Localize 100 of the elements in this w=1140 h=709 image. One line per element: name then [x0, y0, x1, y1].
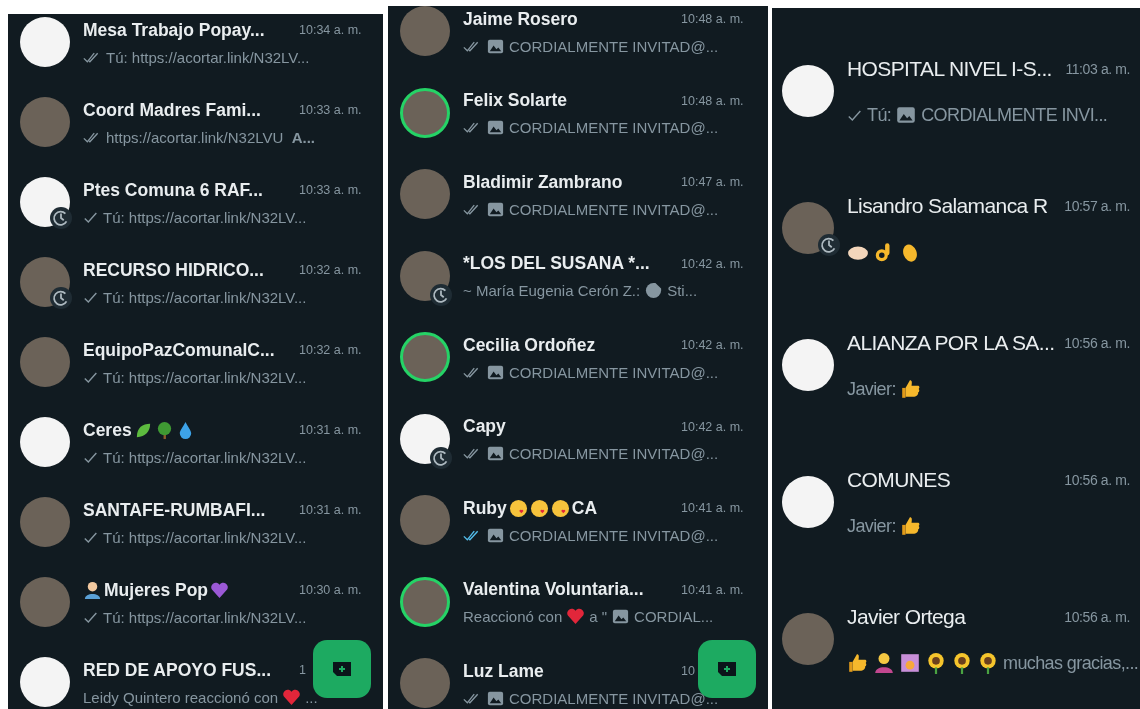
chat-time: 10:56 a. m.	[1064, 609, 1130, 625]
chat-name: HOSPITAL NIVEL I-S...	[847, 57, 1052, 81]
message-preview: Tú: https://acortar.link/N32LV...	[103, 448, 307, 466]
thumbs-up-icon	[847, 652, 869, 674]
flower-icon	[951, 652, 973, 674]
message-preview: a "	[589, 608, 608, 625]
chat-time: 10:33 a. m.	[299, 103, 362, 117]
thumbs-up-icon	[899, 378, 922, 400]
chat-name: Coord Madres Fami...	[83, 99, 261, 121]
new-chat-button[interactable]	[313, 640, 371, 698]
chat-name: COMUNES	[847, 468, 951, 492]
message-preview: Tú: https://acortar.link/N32LV...	[103, 608, 307, 626]
message-preview: CORDIALMENTE INVITAD@...	[509, 445, 719, 462]
message-preview: CORDIALMENTE INVITAD@...	[509, 526, 719, 544]
chat-time: 10:33 a. m.	[299, 183, 362, 197]
message-preview: ~ María Eugenia Cerón Z.:	[463, 282, 641, 299]
image-icon	[611, 607, 631, 626]
chat-name: Felix Solarte	[463, 90, 568, 111]
chat-name: EquipoPazComunalC...	[83, 339, 275, 361]
chat-time: 10:48 a. m.	[681, 12, 744, 26]
chat-time: 10:41 a. m.	[681, 501, 744, 515]
chat-name: CA	[571, 497, 598, 519]
avatar-photo[interactable]	[400, 332, 450, 382]
message-preview: CORDIALMENTE INVITAD@...	[509, 37, 719, 55]
message-preview: Tú: https://acortar.link/N32LV...	[103, 288, 307, 306]
face-icon	[529, 498, 549, 518]
chat-name: Ceres	[83, 419, 132, 441]
message-preview: CORDIALMENTE INVITAD@...	[509, 119, 719, 136]
chat-time: 11:03 a. m.	[1065, 61, 1130, 77]
logo-avatar[interactable]	[20, 657, 70, 707]
chat-time: 10:56 a. m.	[1064, 472, 1130, 488]
chat-name: Capy	[463, 416, 506, 437]
sticker-icon	[644, 281, 664, 300]
logo-avatar[interactable]	[20, 417, 70, 467]
chat-name: RECURSO HIDRICO...	[83, 259, 264, 281]
logo-avatar[interactable]	[782, 339, 834, 391]
message-preview: CORDIALMENTE INVI...	[921, 104, 1108, 126]
chat-name: Luz Lame	[463, 660, 544, 682]
chat-time: 10:31 a. m.	[299, 423, 362, 437]
flower-icon	[977, 652, 999, 674]
chat-time: 10:31 a. m.	[299, 503, 362, 517]
face-icon	[508, 498, 528, 518]
message-preview: Javier:	[847, 515, 896, 537]
message-preview: Leidy Quintero reaccionó con	[83, 688, 279, 706]
message-preview: CORDIAL...	[634, 608, 714, 625]
chat-name: SANTAFE-RUMBAFI...	[83, 499, 266, 521]
avatar-photo[interactable]	[400, 576, 450, 627]
message-preview: Javier:	[847, 378, 896, 400]
avatar-photo[interactable]	[782, 202, 834, 254]
chat-time: 10:57 a. m.	[1064, 198, 1130, 214]
heart-icon	[282, 687, 302, 707]
chat-name: ALIANZA POR LA SA...	[847, 331, 1055, 355]
chat-time: 10:42 a. m.	[681, 256, 744, 271]
logo-avatar[interactable]	[782, 65, 834, 117]
heart-icon	[210, 580, 230, 600]
message-preview: Sti...	[667, 282, 698, 299]
message-preview: Tú:	[867, 104, 892, 126]
chat-time: 10:41 a. m.	[681, 582, 744, 597]
message-preview: Tú: https://acortar.link/N32LV...	[106, 48, 310, 66]
message-preview: Tú: https://acortar.link/N32LV...	[103, 368, 307, 386]
message-preview: Tú: https://acortar.link/N32LV...	[103, 528, 307, 546]
chat-name: RED DE APOYO FUS...	[83, 659, 271, 681]
chat-time: 10:47 a. m.	[681, 175, 744, 189]
chat-time: 10:32 a. m.	[299, 343, 362, 357]
message-preview: ...	[305, 688, 318, 706]
logo-avatar[interactable]	[20, 17, 70, 67]
message-preview: Reaccionó con	[463, 608, 563, 625]
heart-icon	[566, 607, 586, 626]
chat-name: Javier Ortega	[847, 605, 966, 629]
chat-name: Mesa Trabajo Popay...	[83, 19, 265, 41]
face-icon	[550, 498, 570, 518]
message-preview: https://acortar.link/N32LVU A...	[106, 128, 315, 146]
chat-time: 10:42 a. m.	[681, 338, 744, 352]
chat-name: Ruby	[463, 497, 507, 519]
chat-name: *LOS DEL SUSANA *...	[463, 253, 650, 274]
chat-name: Bladimir Zambrano	[463, 171, 623, 193]
image-icon	[486, 444, 505, 463]
person-icon	[83, 580, 102, 600]
chat-time: 10:48 a. m.	[681, 93, 744, 108]
avatar-photo[interactable]	[400, 87, 450, 138]
chat-name: Jaime Rosero	[463, 8, 578, 30]
picture-icon	[899, 652, 921, 674]
message-preview: Tú: https://acortar.link/N32LV...	[103, 208, 307, 226]
image-icon	[895, 104, 918, 126]
person-icon	[873, 652, 895, 674]
chat-time: 10:34 a. m.	[299, 23, 362, 37]
thumbs-up-icon	[899, 515, 922, 537]
logo-avatar[interactable]	[782, 476, 834, 528]
message-preview: CORDIALMENTE INVITAD@...	[509, 363, 719, 381]
chat-time: 1	[299, 663, 306, 677]
chat-time: 10:42 a. m.	[681, 419, 744, 434]
chat-name: Ptes Comuna 6 RAF...	[83, 179, 263, 201]
chat-name: Cecilia Ordoñez	[463, 334, 596, 356]
chat-name: Lisandro Salamanca R	[847, 194, 1048, 218]
chat-time: 10:32 a. m.	[299, 263, 362, 277]
chat-time: 10	[681, 664, 695, 678]
image-icon	[486, 118, 505, 137]
chat-time: 10:56 a. m.	[1064, 335, 1130, 351]
chat-name: Mujeres Pop	[104, 579, 209, 601]
flower-icon	[925, 652, 947, 674]
